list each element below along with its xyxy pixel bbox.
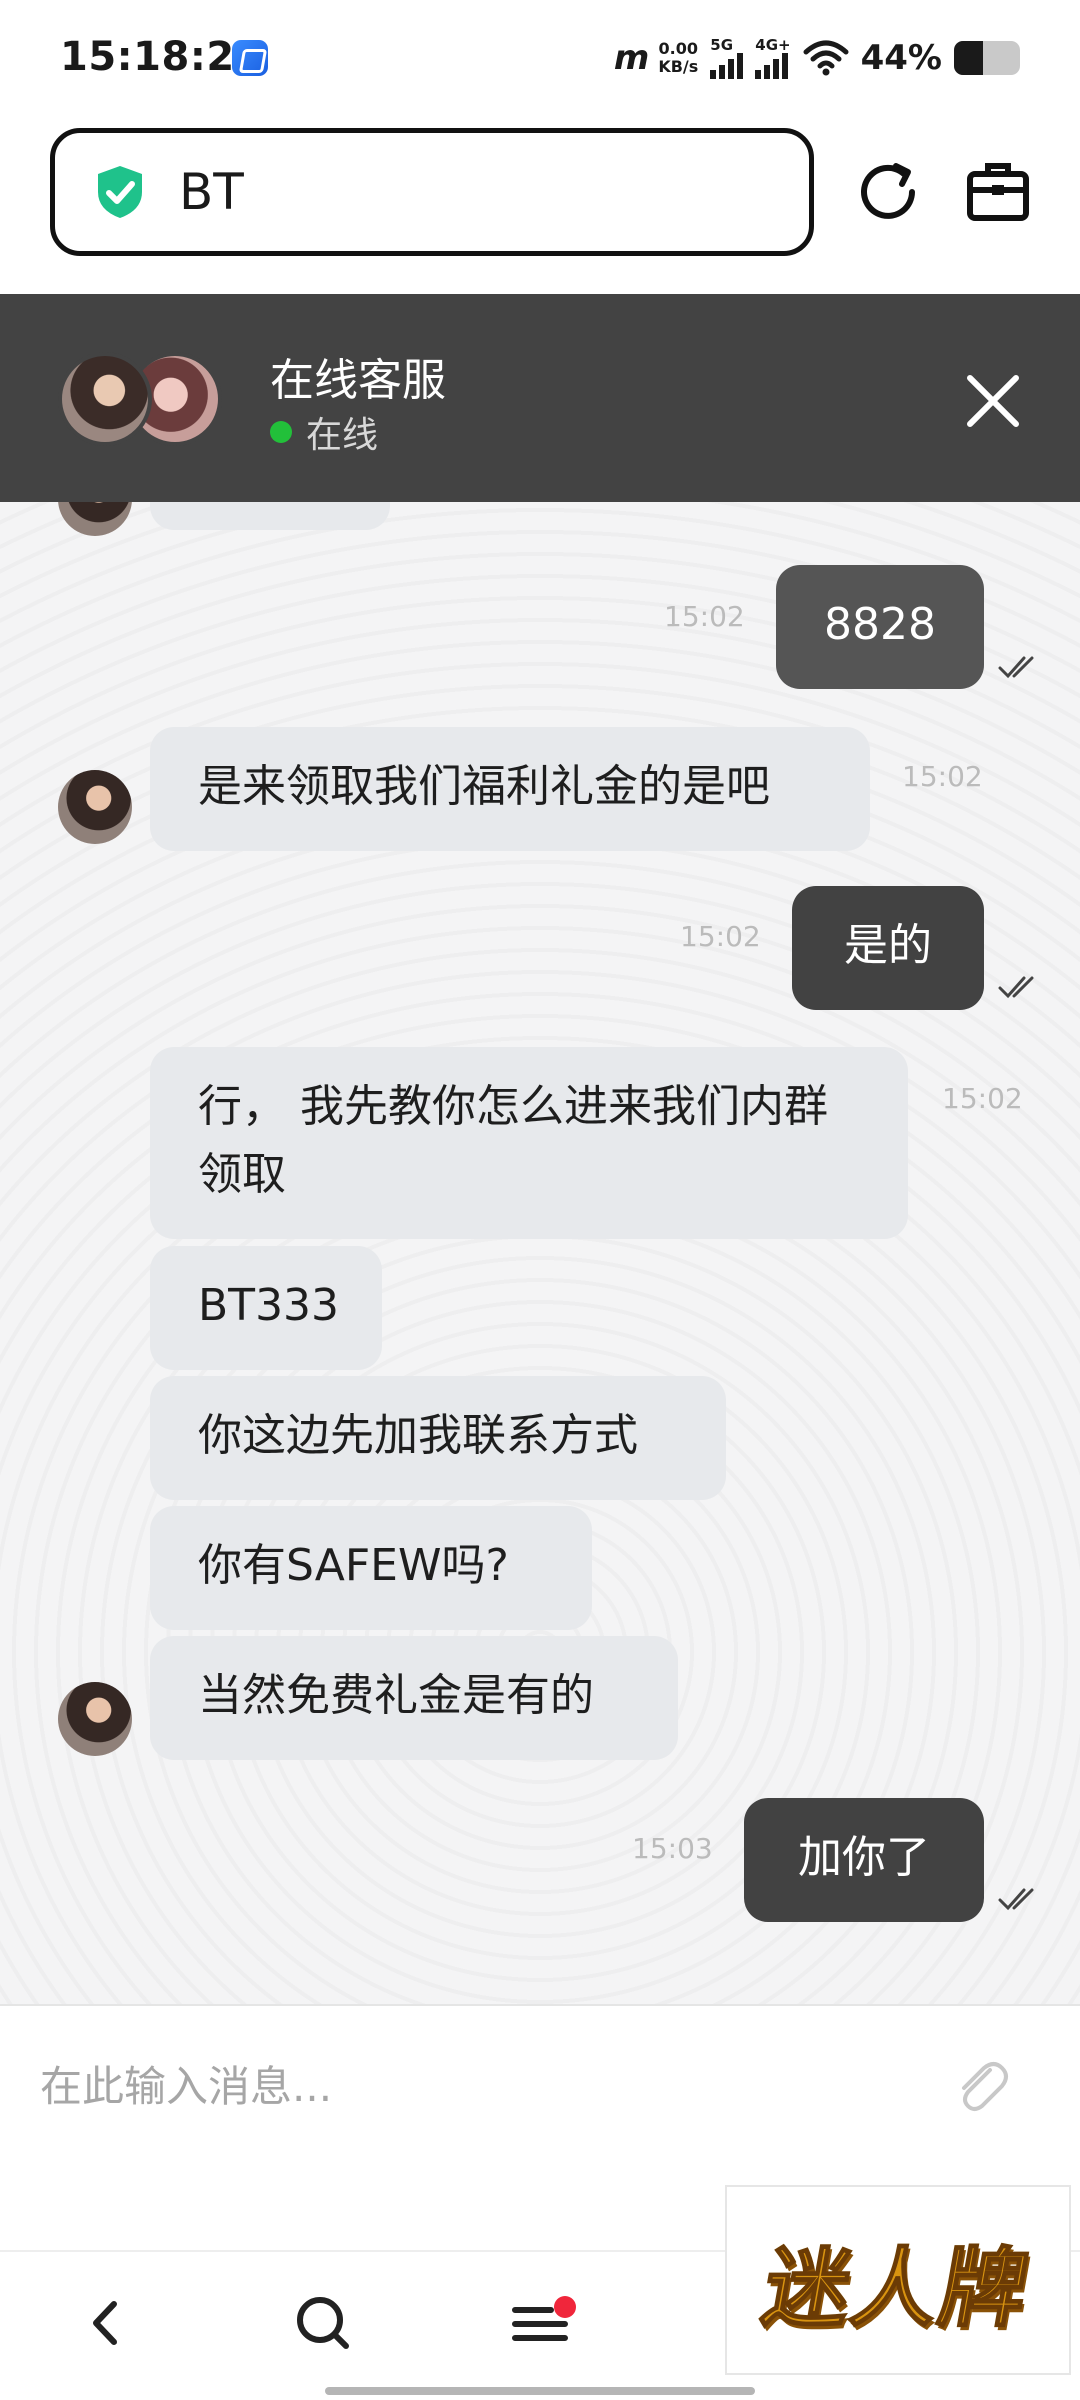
network-speed: 0.00 KB/s	[658, 40, 698, 76]
address-text[interactable]: BT	[179, 163, 244, 221]
agent-message-avatar	[58, 770, 132, 844]
chat-messages[interactable]: 15:02 8828 是来领取我们福利礼金的是吧 15:02 15:02 是的 …	[0, 502, 1080, 2004]
double-check-icon	[998, 1888, 1034, 1911]
signal-5g-icon: 5G	[710, 35, 744, 79]
agent-avatar	[58, 352, 152, 446]
paperclip-icon[interactable]	[950, 2056, 1012, 2118]
message-input[interactable]	[40, 2046, 920, 2126]
browser-toolbar: BT	[0, 118, 1080, 294]
message-time: 15:02	[902, 760, 983, 793]
incoming-message[interactable]: BT333	[150, 1246, 382, 1370]
double-check-icon	[998, 976, 1034, 999]
message-time: 15:02	[664, 600, 745, 633]
network-speed-value: 0.00	[658, 39, 699, 58]
message-bubble-cut	[150, 502, 390, 530]
battery-icon	[954, 41, 1020, 75]
reload-icon[interactable]	[852, 156, 924, 228]
search-icon[interactable]	[288, 2288, 358, 2358]
agent-status-text: 在线	[306, 415, 379, 456]
wifi-icon	[803, 40, 849, 76]
incoming-message[interactable]: 当然免费礼金是有的	[150, 1636, 678, 1760]
agent-name: 在线客服	[270, 355, 446, 406]
message-time: 15:02	[680, 920, 761, 953]
incoming-message[interactable]: 你这边先加我联系方式	[150, 1376, 726, 1500]
double-check-icon	[998, 656, 1034, 679]
battery-level	[954, 41, 984, 75]
online-dot-icon	[270, 421, 292, 443]
back-icon[interactable]	[72, 2288, 142, 2358]
network-speed-unit: KB/s	[658, 57, 699, 76]
message-time: 15:02	[942, 1082, 1023, 1115]
incoming-message[interactable]: 你有SAFEW吗?	[150, 1506, 592, 1630]
status-icons: m 0.00 KB/s 5G 4G+ 44%	[614, 30, 1020, 86]
message-time: 15:03	[632, 1832, 713, 1865]
chat-header: 在线客服 在线	[0, 294, 1080, 502]
outgoing-message[interactable]: 加你了	[744, 1798, 984, 1922]
signal-4g-icon: 4G+	[755, 35, 791, 79]
outgoing-message[interactable]: 是的	[792, 886, 984, 1010]
carrier-icon: m	[613, 38, 649, 78]
close-icon[interactable]	[960, 368, 1026, 434]
brand-logo[interactable]: 迷人牌	[725, 2185, 1071, 2375]
incoming-message[interactable]: 是来领取我们福利礼金的是吧	[150, 727, 870, 851]
signal-bars-icon	[755, 52, 789, 79]
signal-4g-label: 4G+	[755, 35, 791, 54]
address-bar[interactable]: BT	[50, 128, 814, 256]
home-indicator[interactable]	[325, 2387, 755, 2395]
agent-status: 在线	[270, 406, 378, 458]
agent-message-avatar	[58, 1682, 132, 1756]
brand-logo-text: 迷人牌	[755, 2237, 1039, 2340]
briefcase-icon[interactable]	[962, 156, 1034, 228]
incoming-message[interactable]: 行， 我先教你怎么进来我们内群领取	[150, 1047, 908, 1239]
battery-percent: 44%	[860, 38, 942, 78]
agent-message-avatar	[58, 502, 132, 536]
shield-check-icon[interactable]	[95, 164, 147, 220]
outgoing-message[interactable]: 8828	[776, 565, 984, 689]
notification-app-icon	[232, 40, 268, 76]
signal-5g-label: 5G	[710, 35, 734, 54]
signal-bars-icon	[710, 52, 744, 79]
notification-dot	[554, 2296, 576, 2318]
status-bar: 15:18:27 m 0.00 KB/s 5G 4G+ 44%	[0, 0, 1080, 118]
